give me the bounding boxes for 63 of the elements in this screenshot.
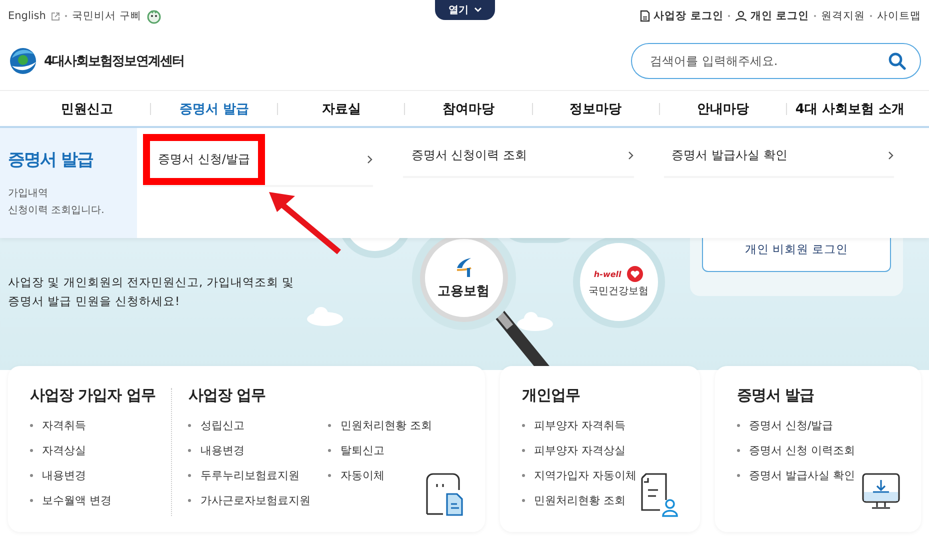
top-link[interactable]: 개인 로그인	[735, 9, 809, 23]
card-link[interactable]: 피부양자 자격취득	[522, 413, 636, 438]
nav-tab[interactable]: 안내마당	[660, 100, 786, 118]
card-link[interactable]: 민원처리현황 조회	[328, 413, 432, 438]
cloud-drawing	[514, 311, 555, 331]
chevron-icon	[474, 7, 482, 13]
mascot-icon	[146, 8, 162, 24]
chevron-right-icon	[888, 150, 894, 160]
card-link[interactable]: 내용변경	[30, 463, 112, 488]
document-user-icon	[640, 472, 680, 518]
card-link[interactable]: 지역가입자 자동이체	[522, 463, 636, 488]
badge-label: 국민건강보험	[588, 285, 649, 298]
card-title: 개인업무	[522, 386, 581, 405]
badge-label: 고용보험	[438, 283, 490, 300]
nav-tab[interactable]: 정보마당	[532, 100, 659, 118]
user-icon	[735, 10, 748, 22]
card-link[interactable]: 증명서 신청/발급	[737, 413, 855, 438]
card-link[interactable]: 증명서 신청 이력조회	[737, 438, 855, 463]
nav-tab[interactable]: 증명서 발급	[151, 100, 278, 118]
card-link[interactable]: 탈퇴신고	[328, 438, 432, 463]
building-icon	[638, 10, 651, 22]
dropdown-description: 가입내역 신청이력 조회입니다.	[8, 187, 106, 218]
hero-subtitle: 사업장 및 개인회원의 전자민원신고, 가입내역조회 및 증명서 발급 민원을 신청하세요!	[8, 274, 295, 310]
search-input[interactable]: 검색어를 입력해주세요.	[648, 53, 888, 69]
submenu-link[interactable]: 증명서 발급사실 확인	[664, 134, 894, 178]
card-link[interactable]: 자격취득	[30, 413, 112, 438]
card-link[interactable]: 자동이체	[328, 463, 432, 488]
card-link[interactable]: 내용변경	[188, 438, 310, 463]
nav-tab[interactable]: 자료실	[278, 100, 404, 118]
nav-tab[interactable]: 4대 사회보험 소개	[786, 100, 913, 118]
card-link[interactable]: 증명서 발급사실 확인	[737, 463, 855, 488]
submenu-link[interactable]: 증명서 신청/발급	[143, 134, 374, 187]
card-link[interactable]: 두루누리보험료지원	[188, 463, 310, 488]
top-link[interactable]: 원격지원	[821, 9, 865, 23]
logo-icon	[8, 46, 38, 76]
search-icon[interactable]	[888, 52, 906, 70]
building-document-icon	[425, 472, 465, 518]
card-title: 사업장 가입자 업무	[30, 386, 156, 405]
highlighted-label: 증명서 신청/발급	[143, 134, 265, 185]
chevron-right-icon	[628, 150, 634, 160]
nav-tab[interactable]: 참여마당	[405, 100, 532, 118]
card-link[interactable]: 가사근로자보험료지원	[188, 488, 310, 513]
badge-tag: h-well	[594, 270, 622, 278]
top-link[interactable]: English	[8, 10, 46, 22]
top-link[interactable]: 사이트맵	[877, 9, 921, 23]
cloud-drawing	[304, 306, 345, 326]
card-title: 사업장 업무	[188, 386, 267, 405]
card-link[interactable]: 민원처리현황 조회	[522, 488, 636, 513]
dropdown-title: 증명서 발급	[8, 149, 94, 171]
card-link[interactable]: 자격상실	[30, 438, 112, 463]
top-link[interactable]: 사업장 로그인	[638, 9, 724, 23]
nav-tab[interactable]: 민원신고	[24, 100, 150, 118]
site-title[interactable]: 4대사회보험정보연계센터	[44, 52, 184, 70]
search-field[interactable]: 검색어를 입력해주세요.	[631, 43, 921, 79]
external-link-icon	[50, 12, 60, 20]
card-title: 증명서 발급	[737, 386, 816, 405]
top-link[interactable]: 국민비서 구삐	[72, 9, 142, 23]
open-toggle-button[interactable]: 열기	[435, 0, 495, 20]
submenu-link[interactable]: 증명서 신청이력 조회	[403, 134, 634, 178]
card-link[interactable]: 피부양자 자격상실	[522, 438, 636, 463]
card-link[interactable]: 성립신고	[188, 413, 310, 438]
card-link[interactable]: 보수월액 변경	[30, 488, 112, 513]
chevron-right-icon	[367, 155, 374, 164]
